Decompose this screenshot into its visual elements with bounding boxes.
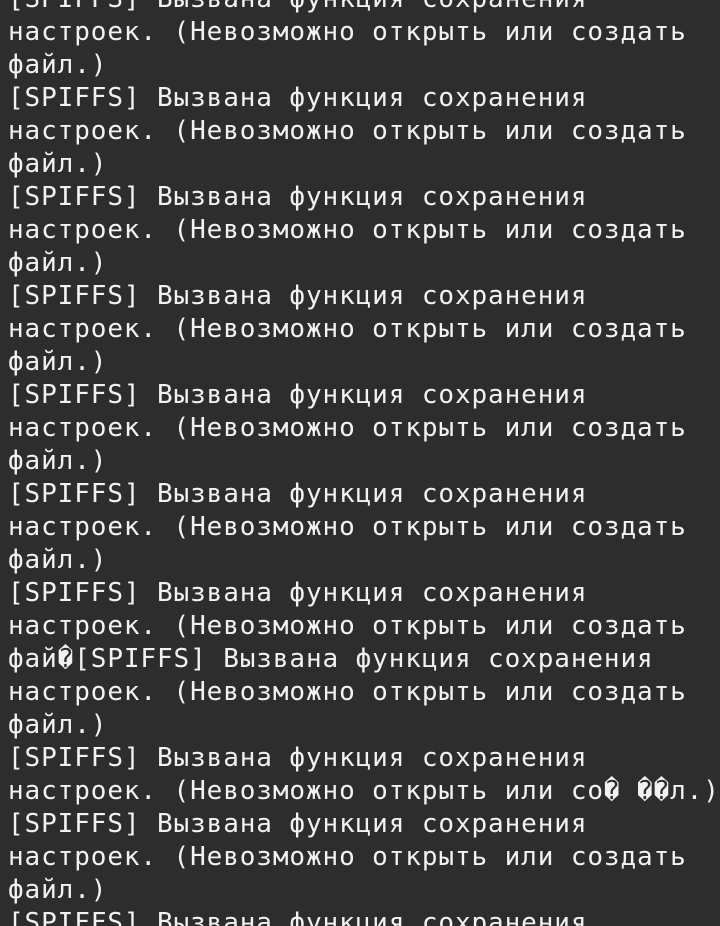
log-line: настроек. (Невозможно открыть или создат… <box>8 116 687 146</box>
log-line: [SPIFFS] Вызвана функция сохранения <box>8 0 712 16</box>
log-line: файл.) <box>8 446 108 476</box>
log-line: [SPIFFS] Вызвана функция сохранения <box>8 380 588 410</box>
log-line: настроек. (Невозможно открыть или создат… <box>8 512 687 542</box>
log-line: настроек. (Невозможно открыть или создат… <box>8 611 687 641</box>
log-line: [SPIFFS] Вызвана функция сохранения <box>8 743 588 773</box>
log-line: [SPIFFS] Вызвана функция сохранения <box>8 479 588 509</box>
log-line: [SPIFFS] Вызвана функция сохранения <box>8 281 588 311</box>
log-line: файл.) <box>8 248 108 278</box>
serial-monitor-output[interactable]: [SPIFFS] Вызвана функция сохранениянастр… <box>0 0 720 926</box>
log-line: настроек. (Невозможно открыть или создат… <box>8 17 687 47</box>
log-line: файл.) <box>8 149 108 179</box>
log-line: [SPIFFS] Вызвана функция сохранения <box>8 83 588 113</box>
log-line: файл.) <box>8 347 108 377</box>
log-line: [SPIFFS] Вызвана функция сохранения <box>8 908 588 926</box>
log-line: настроек. (Невозможно открыть или создат… <box>8 314 687 344</box>
log-line: [SPIFFS] Вызвана функция сохранения <box>8 182 588 212</box>
log-line: настроек. (Невозможно открыть или создат… <box>8 413 687 443</box>
log-line: настроек. (Невозможно открыть или создат… <box>8 677 687 707</box>
log-line: фай�[SPIFFS] Вызвана функция сохранения <box>8 644 654 674</box>
log-text: [SPIFFS] Вызвана функция сохранениянастр… <box>8 0 720 926</box>
log-line: [SPIFFS] Вызвана функция сохранения <box>8 578 588 608</box>
log-line: настроек. (Невозможно открыть или создат… <box>8 215 687 245</box>
log-line: файл.) <box>8 710 108 740</box>
log-line: настроек. (Невозможно открыть или со� ��… <box>8 776 720 806</box>
log-line: файл.) <box>8 50 108 80</box>
log-line: [SPIFFS] Вызвана функция сохранения <box>8 809 588 839</box>
log-line: файл.) <box>8 875 108 905</box>
log-line: файл.) <box>8 545 108 575</box>
log-line: настроек. (Невозможно открыть или создат… <box>8 842 687 872</box>
